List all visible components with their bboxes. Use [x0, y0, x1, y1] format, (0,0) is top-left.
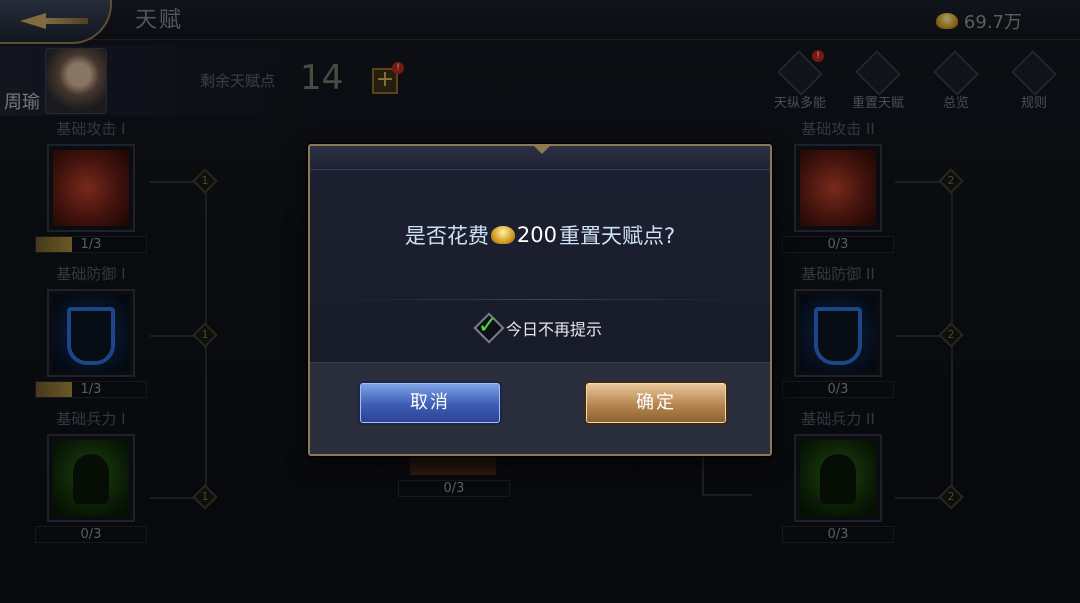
- dialog-message: 是否花费 200 重置天赋点?: [310, 220, 770, 250]
- checkmark-icon: ✓: [477, 311, 498, 340]
- gold-ingot-icon: [490, 226, 515, 244]
- dont-remind-label: 今日不再提示: [505, 320, 602, 339]
- confirm-button[interactable]: 确定: [586, 383, 726, 423]
- reset-cost: 200: [516, 223, 557, 247]
- message-prefix: 是否花费: [404, 224, 489, 248]
- dialog-footer: 取消 确定: [310, 362, 770, 454]
- divider: [334, 299, 746, 300]
- dialog-notch-ornament: [532, 144, 552, 156]
- cancel-button[interactable]: 取消: [360, 383, 500, 423]
- reset-confirm-dialog: 是否花费 200 重置天赋点? ✓ 今日不再提示 取消 确定: [308, 144, 772, 456]
- message-suffix: 重置天赋点?: [558, 224, 676, 248]
- dont-remind-row[interactable]: ✓ 今日不再提示: [310, 311, 770, 344]
- dont-remind-checkbox[interactable]: ✓: [473, 311, 505, 344]
